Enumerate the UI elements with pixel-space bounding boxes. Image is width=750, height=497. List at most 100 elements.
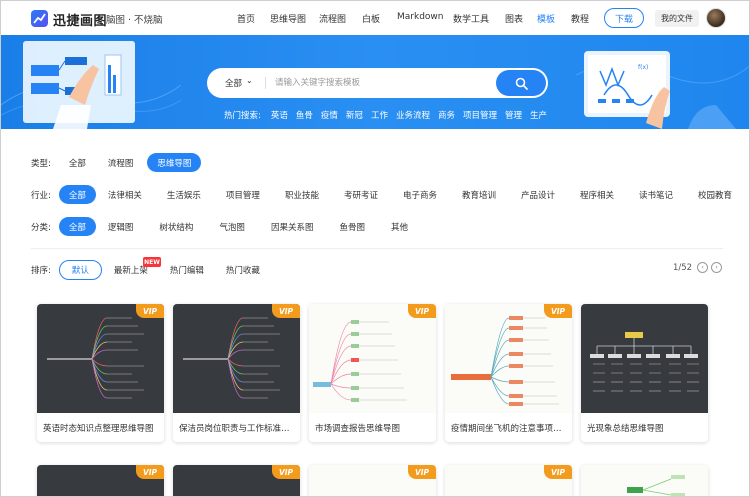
- nav-link-1[interactable]: 思维导图: [270, 12, 306, 25]
- sort-option[interactable]: 热门编辑: [160, 261, 214, 280]
- template-title[interactable]: 保洁员岗位职责与工作标准思…: [179, 422, 297, 434]
- template-card[interactable]: VIP 市场调查报告思维导图: [309, 304, 436, 442]
- hot-keyword[interactable]: 疫情: [321, 109, 338, 121]
- top-nav: 迅捷画图 脑图 · 不烧脑 首页 思维导图 流程图 白板 Markdown 数学工具 图表 模…: [1, 1, 749, 35]
- brand-name[interactable]: 迅捷画图: [53, 10, 107, 29]
- chevron-down-icon[interactable]: ⌄: [246, 76, 253, 85]
- svg-text:f(x): f(x): [638, 64, 648, 71]
- hot-keyword[interactable]: 英语: [271, 109, 288, 121]
- vip-badge: VIP: [272, 465, 300, 479]
- nav-link-8[interactable]: 教程: [571, 12, 589, 25]
- filter-option[interactable]: 思维导图: [147, 153, 202, 172]
- hot-keyword[interactable]: 商务: [438, 109, 455, 121]
- filter-category: 分类: 全部 逻辑图 树状结构 气泡图 因果关系图 鱼骨图 其他: [31, 217, 418, 236]
- nav-link-2[interactable]: 流程图: [319, 12, 346, 25]
- template-thumbnail[interactable]: [37, 304, 164, 413]
- template-card[interactable]: VIP: [309, 465, 436, 496]
- hot-keyword[interactable]: 生产: [530, 109, 547, 121]
- search-input[interactable]: [275, 76, 475, 90]
- filter-option[interactable]: 其他: [381, 217, 418, 236]
- filter-type: 类型: 全部 流程图 思维导图: [31, 153, 202, 172]
- nav-link-7[interactable]: 模板: [537, 12, 555, 25]
- banner-illustration-left: [1, 41, 181, 129]
- template-thumbnail[interactable]: [581, 304, 708, 413]
- filter-option[interactable]: 项目管理: [216, 185, 270, 204]
- template-thumbnail[interactable]: [173, 304, 300, 413]
- nav-link-6[interactable]: 图表: [505, 12, 523, 25]
- template-card[interactable]: VIP: [445, 465, 572, 496]
- filter-option[interactable]: 职业技能: [275, 185, 329, 204]
- filter-option[interactable]: 树状结构: [149, 217, 203, 236]
- next-page-icon[interactable]: ›: [711, 262, 723, 273]
- vip-badge: VIP: [136, 465, 164, 479]
- mindmap-preview: [47, 317, 144, 399]
- filter-option[interactable]: 教育培训: [452, 185, 506, 204]
- filter-option[interactable]: 全部: [58, 185, 96, 204]
- nav-link-4[interactable]: Markdown: [397, 12, 443, 22]
- template-card[interactable]: VIP 英语时态知识点整理思维导图: [37, 304, 164, 442]
- vip-badge: VIP: [272, 304, 300, 318]
- sort-option[interactable]: 默认: [58, 260, 102, 280]
- pager: 1/52 ‹ ›: [673, 262, 723, 273]
- template-title[interactable]: 英语时态知识点整理思维导图: [43, 422, 161, 434]
- download-button[interactable]: 下载: [604, 8, 644, 28]
- filter-industry: 行业: 全部 法律相关 生活娱乐 项目管理 职业技能 考研考证 电子商务 教育培训 产品设计 程序相…: [31, 185, 742, 204]
- hot-keyword[interactable]: 鱼骨: [296, 109, 313, 121]
- nav-link-5[interactable]: 数学工具: [453, 12, 489, 25]
- vip-badge: VIP: [544, 465, 572, 479]
- filter-option[interactable]: 全部: [59, 153, 96, 172]
- template-card[interactable]: VIP 疫情期间坐飞机的注意事项思…: [445, 304, 572, 442]
- template-title[interactable]: 疫情期间坐飞机的注意事项思…: [451, 422, 569, 434]
- hot-keyword[interactable]: 项目管理: [463, 109, 497, 121]
- avatar[interactable]: [706, 8, 726, 28]
- sort-option[interactable]: 热门收藏: [216, 261, 270, 280]
- new-badge: NEW: [143, 257, 161, 267]
- filter-option[interactable]: 因果关系图: [261, 217, 324, 236]
- filter-option[interactable]: 生活娱乐: [157, 185, 211, 204]
- vip-badge: VIP: [408, 304, 436, 318]
- filter-option[interactable]: 全部: [58, 217, 96, 236]
- template-card[interactable]: VIP: [37, 465, 164, 496]
- vip-badge: VIP: [544, 304, 572, 318]
- nav-link-3[interactable]: 白板: [362, 12, 380, 25]
- filter-option[interactable]: 流程图: [98, 153, 144, 172]
- template-thumbnail[interactable]: [309, 304, 436, 413]
- mindmap-preview: [183, 317, 280, 399]
- filter-option[interactable]: 气泡图: [209, 217, 255, 236]
- hot-keyword[interactable]: 工作: [371, 109, 388, 121]
- template-card[interactable]: [581, 465, 708, 496]
- page-indicator: 1/52: [673, 262, 693, 273]
- logo-icon[interactable]: [31, 10, 48, 27]
- filter-option[interactable]: 考研考证: [334, 185, 388, 204]
- mindmap-preview: [627, 475, 685, 496]
- filter-option[interactable]: 读书笔记: [629, 185, 683, 204]
- filter-option[interactable]: 法律相关: [98, 185, 152, 204]
- hot-keyword[interactable]: 管理: [505, 109, 522, 121]
- my-files-button[interactable]: 我的文件: [655, 10, 699, 27]
- prev-page-icon[interactable]: ‹: [697, 262, 709, 273]
- filter-label: 类型:: [31, 158, 51, 169]
- template-card[interactable]: VIP 保洁员岗位职责与工作标准思…: [173, 304, 300, 442]
- nav-link-0[interactable]: 首页: [237, 12, 255, 25]
- template-title[interactable]: 市场调查报告思维导图: [315, 422, 433, 434]
- filter-option[interactable]: 逻辑图: [98, 217, 144, 236]
- mindmap-preview: [590, 332, 699, 392]
- template-thumbnail[interactable]: [445, 304, 572, 413]
- search-button[interactable]: [496, 70, 546, 96]
- template-card[interactable]: VIP: [173, 465, 300, 496]
- template-card[interactable]: 光现象总结思维导图: [581, 304, 708, 442]
- filter-option[interactable]: 程序相关: [570, 185, 624, 204]
- filter-label: 行业:: [31, 190, 51, 201]
- mindmap-preview: [313, 320, 407, 402]
- filter-option[interactable]: 电子商务: [393, 185, 447, 204]
- template-title[interactable]: 光现象总结思维导图: [587, 422, 705, 434]
- hot-search: 热门搜索: 英语 鱼骨 疫情 新冠 工作 业务流程 商务 项目管理 管理 生产: [224, 109, 555, 121]
- filter-option[interactable]: 校园教育: [688, 185, 742, 204]
- hot-keyword[interactable]: 新冠: [346, 109, 363, 121]
- filter-option[interactable]: 产品设计: [511, 185, 565, 204]
- search-category-select[interactable]: 全部: [225, 77, 242, 89]
- hot-keyword[interactable]: 业务流程: [396, 109, 430, 121]
- filter-option[interactable]: 鱼骨图: [329, 217, 375, 236]
- vip-badge: VIP: [408, 465, 436, 479]
- page: 迅捷画图 脑图 · 不烧脑 首页 思维导图 流程图 白板 Markdown 数学工具 图表模…: [0, 0, 750, 497]
